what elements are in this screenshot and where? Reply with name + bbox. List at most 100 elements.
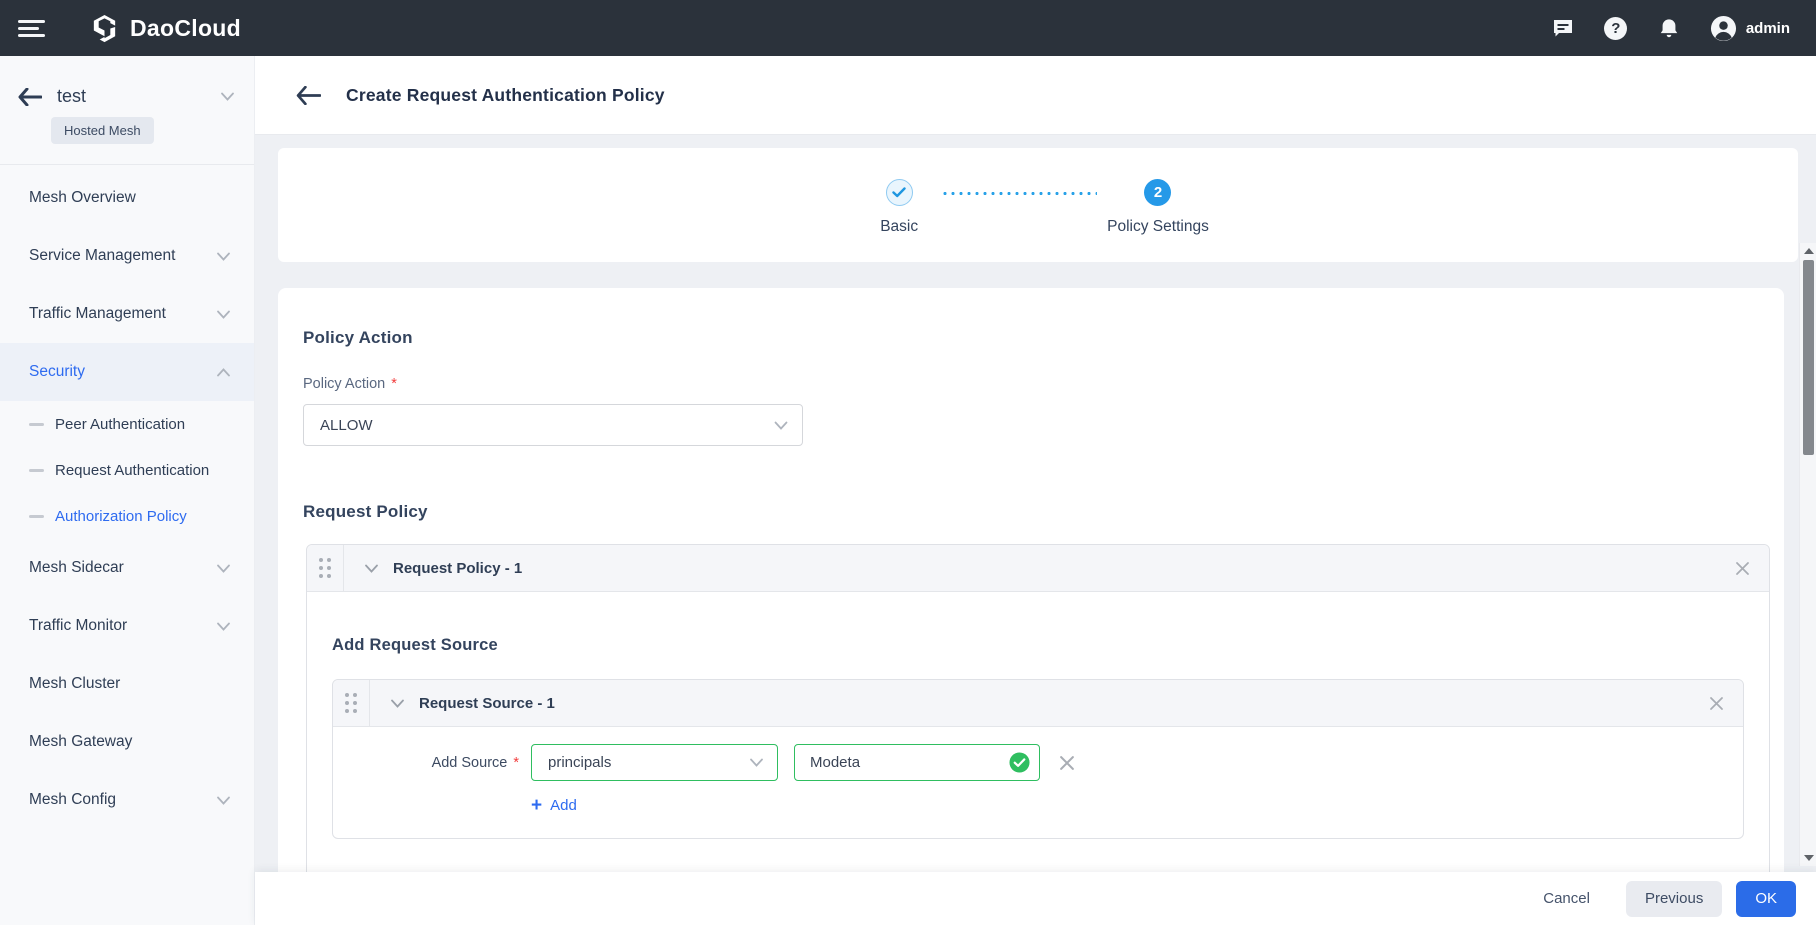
sidebar-item-label: Service Management — [29, 247, 175, 265]
brand-name: DaoCloud — [130, 15, 241, 42]
sidebar-item-mesh-overview[interactable]: Mesh Overview — [0, 169, 254, 227]
step-basic[interactable]: Basic — [867, 179, 931, 236]
add-source-label: Add Source* — [333, 755, 519, 771]
request-policy-card: Request Policy - 1 Add Request Source — [306, 544, 1770, 880]
request-policy-card-title: Request Policy - 1 — [393, 560, 522, 577]
collapse-chevron-down-icon[interactable] — [365, 564, 378, 573]
vertical-scrollbar[interactable] — [1799, 243, 1816, 866]
request-policy-card-header: Request Policy - 1 — [307, 545, 1769, 592]
source-type-select[interactable]: principals — [531, 744, 778, 781]
chevron-down-icon — [217, 310, 230, 319]
add-source-button[interactable]: + Add — [531, 796, 577, 815]
help-icon[interactable]: ? — [1604, 16, 1628, 40]
policy-action-heading: Policy Action — [303, 328, 1770, 348]
required-asterisk: * — [513, 755, 519, 771]
chevron-down-icon — [750, 754, 763, 771]
step-policy-settings[interactable]: 2 Policy Settings — [1107, 179, 1209, 236]
policy-action-field-label: Policy Action* — [303, 376, 1770, 392]
request-policy-close-icon[interactable] — [1735, 561, 1750, 576]
sidebar-item-mesh-gateway[interactable]: Mesh Gateway — [0, 713, 254, 771]
brand-logo[interactable]: DaoCloud — [89, 13, 241, 44]
request-source-card-body: Add Source* principals — [333, 727, 1743, 838]
sidebar-item-label: Mesh Sidecar — [29, 559, 124, 577]
request-source-card: Request Source - 1 Add Source* — [332, 679, 1744, 839]
source-type-select-value: principals — [548, 754, 611, 771]
sidebar-nav: Mesh Overview Service Management Traffic M… — [0, 165, 254, 829]
sidebar-item-authorization-policy[interactable]: Authorization Policy — [0, 493, 254, 539]
ok-button[interactable]: OK — [1736, 881, 1796, 917]
sidebar: test Hosted Mesh Mesh Overview Service Ma… — [0, 56, 255, 925]
dash-icon — [29, 469, 44, 472]
valid-check-icon — [1009, 752, 1030, 778]
mesh-selector-chevron-down-icon[interactable] — [221, 88, 234, 106]
previous-button[interactable]: Previous — [1626, 881, 1722, 917]
step-number-badge: 2 — [1144, 179, 1171, 206]
request-source-close-icon[interactable] — [1709, 696, 1724, 711]
hamburger-menu-icon[interactable] — [18, 20, 45, 37]
page-title: Create Request Authentication Policy — [346, 85, 665, 106]
sidebar-item-label: Mesh Gateway — [29, 733, 132, 751]
sidebar-item-peer-authentication[interactable]: Peer Authentication — [0, 401, 254, 447]
messages-icon[interactable] — [1551, 16, 1575, 40]
avatar-icon — [1710, 15, 1737, 42]
request-policy-heading: Request Policy — [303, 502, 1770, 522]
topbar-actions: ? admin — [1551, 15, 1790, 42]
sidebar-item-label: Traffic Management — [29, 305, 166, 323]
sidebar-item-traffic-management[interactable]: Traffic Management — [0, 285, 254, 343]
sidebar-item-mesh-sidecar[interactable]: Mesh Sidecar — [0, 539, 254, 597]
chevron-down-icon — [217, 252, 230, 261]
dash-icon — [29, 423, 44, 426]
notifications-bell-icon[interactable] — [1657, 16, 1681, 40]
sidebar-back-arrow-icon[interactable] — [18, 88, 42, 106]
request-source-card-header: Request Source - 1 — [333, 680, 1743, 727]
dash-icon — [29, 515, 44, 518]
scrollbar-thumb[interactable] — [1803, 260, 1814, 455]
stepper-connector — [941, 192, 1097, 195]
sidebar-item-security[interactable]: Security — [0, 343, 254, 401]
request-source-card-title: Request Source - 1 — [419, 695, 555, 712]
cancel-button[interactable]: Cancel — [1529, 881, 1604, 917]
drag-handle[interactable] — [333, 680, 370, 726]
add-source-row: Add Source* principals — [333, 744, 1743, 781]
policy-settings-form-card: Policy Action Policy Action* ALLOW Reque… — [278, 288, 1784, 925]
source-value-input[interactable] — [794, 744, 1040, 781]
required-asterisk: * — [391, 376, 397, 392]
user-menu[interactable]: admin — [1710, 15, 1790, 42]
source-value-field — [794, 744, 1040, 781]
sidebar-item-traffic-monitor[interactable]: Traffic Monitor — [0, 597, 254, 655]
sidebar-item-label: Request Authentication — [55, 462, 209, 479]
step-done-check-icon — [886, 179, 913, 206]
stepper-card: Basic 2 Policy Settings — [278, 148, 1798, 262]
sidebar-item-mesh-config[interactable]: Mesh Config — [0, 771, 254, 829]
drag-handle[interactable] — [307, 545, 344, 591]
mesh-header: test — [0, 56, 254, 107]
page-back-arrow-icon[interactable] — [296, 86, 321, 105]
request-policy-card-body: Add Request Source Request Source - 1 — [307, 592, 1769, 879]
remove-source-icon[interactable] — [1059, 755, 1075, 771]
chevron-down-icon — [774, 417, 788, 434]
sidebar-item-label: Mesh Overview — [29, 189, 136, 207]
footer-actions: Cancel Previous OK — [255, 872, 1816, 925]
step-basic-label: Basic — [880, 218, 918, 236]
sidebar-item-service-management[interactable]: Service Management — [0, 227, 254, 285]
content-area: Basic 2 Policy Settings Policy Action Po… — [255, 134, 1816, 925]
sidebar-item-label: Peer Authentication — [55, 416, 185, 433]
sidebar-item-mesh-cluster[interactable]: Mesh Cluster — [0, 655, 254, 713]
scrollbar-down-arrow[interactable] — [1800, 850, 1816, 866]
policy-action-select[interactable]: ALLOW — [303, 404, 803, 446]
stepper: Basic 2 Policy Settings — [867, 179, 1209, 262]
collapse-chevron-down-icon[interactable] — [391, 699, 404, 708]
scrollbar-up-arrow[interactable] — [1800, 243, 1816, 259]
sidebar-item-request-authentication[interactable]: Request Authentication — [0, 447, 254, 493]
sidebar-item-label: Traffic Monitor — [29, 617, 127, 635]
daocloud-logo-icon — [89, 13, 120, 44]
mesh-name-label: test — [57, 86, 86, 107]
chevron-up-icon — [217, 368, 230, 377]
chevron-down-icon — [217, 564, 230, 573]
hosted-mesh-badge: Hosted Mesh — [51, 117, 154, 144]
sidebar-item-label: Authorization Policy — [55, 508, 187, 525]
chevron-down-icon — [217, 796, 230, 805]
chevron-down-icon — [217, 622, 230, 631]
page-header: Create Request Authentication Policy — [255, 56, 1816, 134]
add-source-button-label: Add — [550, 797, 577, 814]
